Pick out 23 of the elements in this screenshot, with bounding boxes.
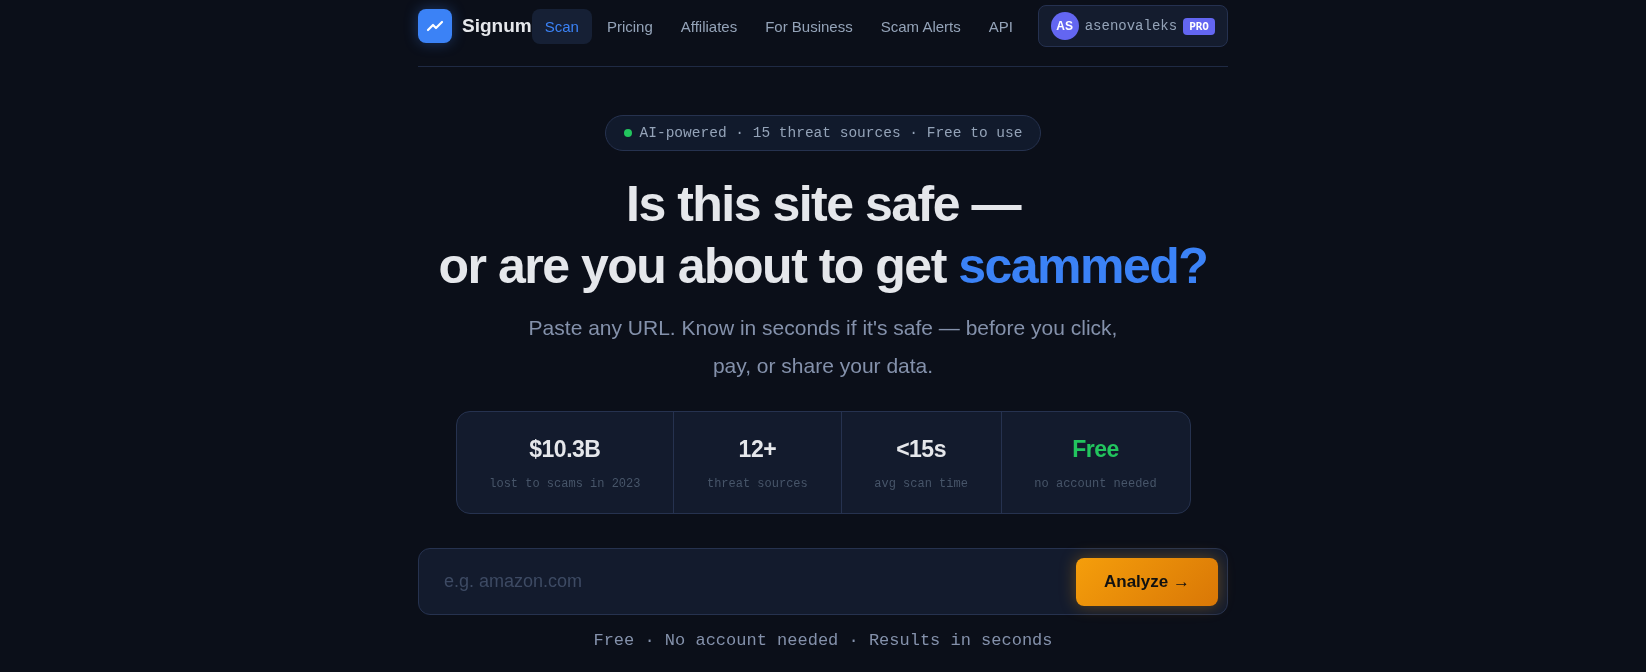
stat-label: lost to scams in 2023 [489, 477, 641, 491]
nav-link[interactable]: Scan [531, 8, 592, 44]
username: asenovaleks [1084, 18, 1178, 34]
nav-link[interactable]: Pricing [593, 8, 666, 44]
brand-name[interactable]: Signum [462, 15, 532, 37]
stat-value: Free [1072, 436, 1119, 463]
subtitle: Paste any URL. Know in seconds if it's safe — before you click, pay, or share your data. [528, 315, 1118, 379]
stat-label: avg scan time [874, 477, 968, 491]
analyze-button[interactable]: Analyze → [1076, 557, 1218, 606]
user-menu[interactable]: AS asenovaleks PRO [1037, 5, 1228, 47]
stat-value: $10.3B [529, 436, 601, 463]
plan-badge: PRO [1183, 17, 1215, 35]
stat-value: 12+ [738, 436, 777, 463]
footnote: Free · No account needed · Results in seconds [593, 631, 1053, 650]
stat-label: threat sources [706, 477, 808, 491]
nav-link[interactable]: Scam Alerts [867, 8, 974, 44]
nav-link[interactable]: API [975, 8, 1026, 44]
stat-value: <15s [896, 436, 946, 463]
tagline-text: AI-powered · 15 threat sources · Free to use [639, 125, 1023, 141]
nav-link[interactable]: Affiliates [667, 8, 751, 44]
headline: Is this site safe — or are you about to get scammed? [437, 175, 1209, 296]
avatar: AS [1050, 12, 1079, 40]
nav-link[interactable]: For Business [752, 8, 866, 44]
